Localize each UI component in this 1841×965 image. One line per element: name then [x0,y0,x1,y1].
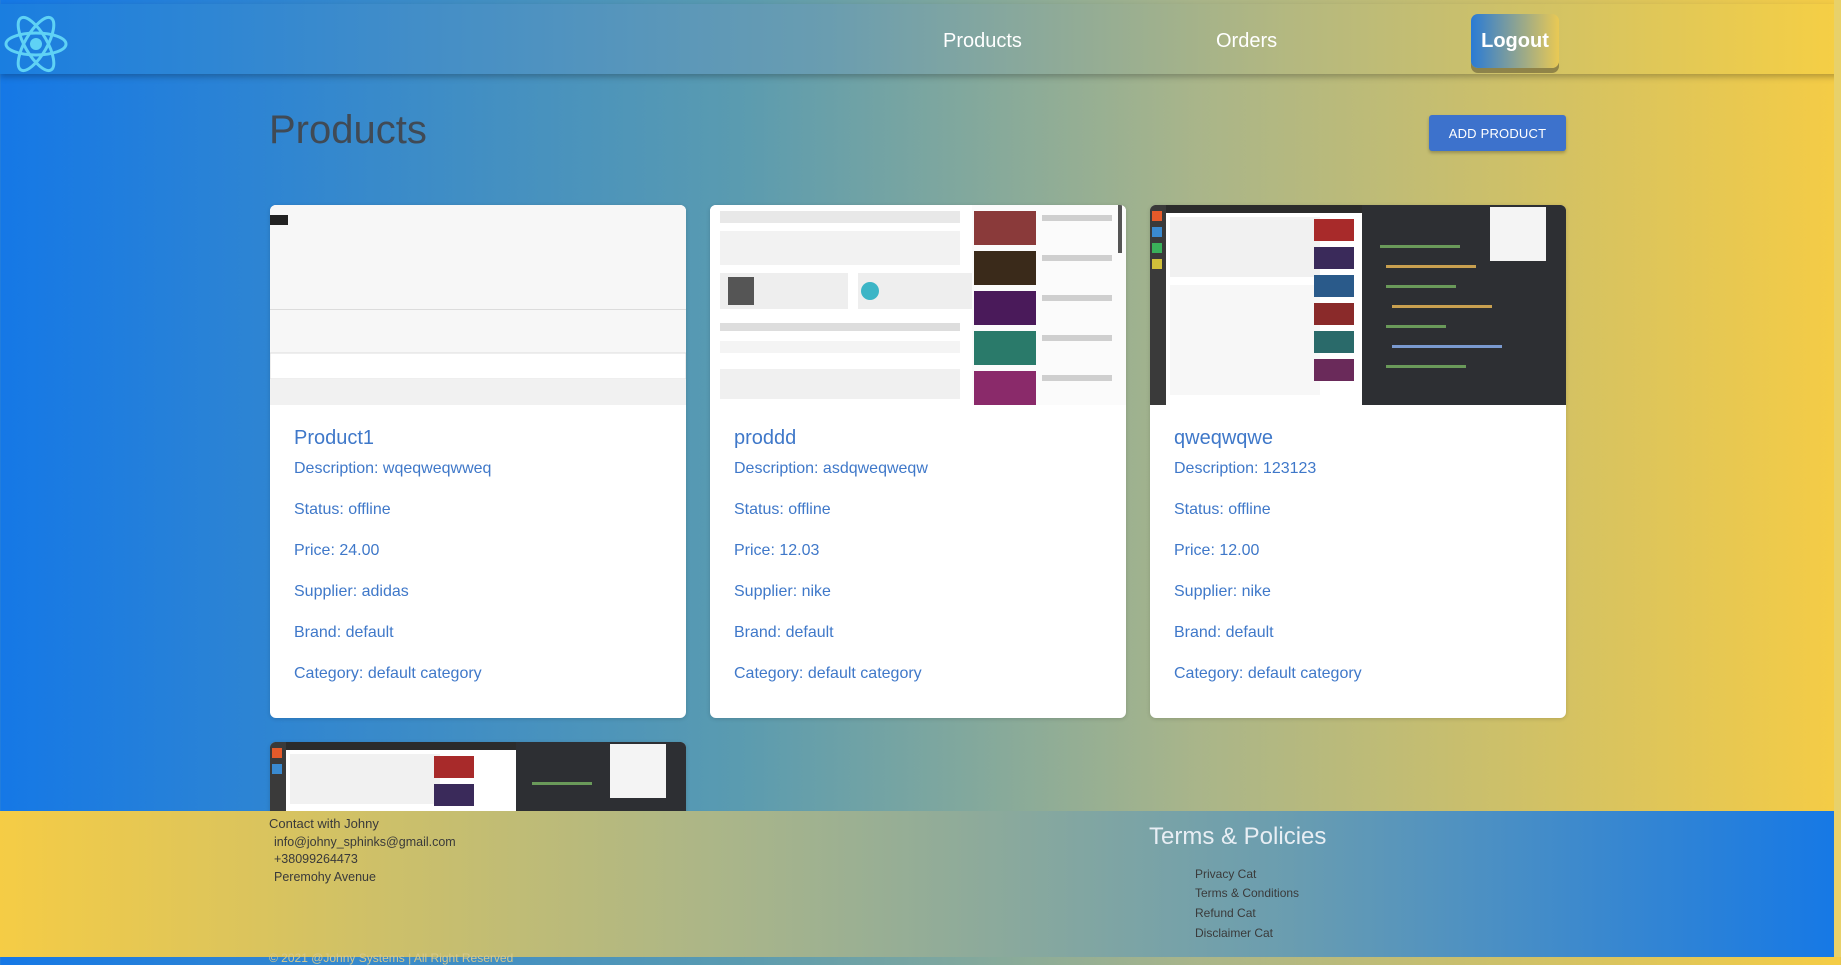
product-price: Price: 24.00 [294,542,380,559]
product-image [270,742,686,822]
contact-title: Contact with Johny [269,816,379,831]
product-image [710,205,1126,405]
product-price: Price: 12.00 [1174,542,1260,559]
product-category: Category: default category [294,665,482,682]
product-screenshot-thumbnail [710,205,1126,405]
product-category: Category: default category [734,665,922,682]
product-name[interactable]: Product1 [294,427,662,450]
product-status: Status: offline [734,501,831,518]
terms-title: Terms & Policies [1149,823,1327,850]
footer-link-privacy[interactable]: Privacy Cat [1195,867,1256,881]
product-supplier: Supplier: nike [734,583,831,600]
product-screenshot-thumbnail [270,205,686,405]
top-navbar: Products Orders Logout [0,4,1841,74]
product-category: Category: default category [1174,665,1362,682]
product-card[interactable]: qweqwqwe Description: 123123 Status: off… [1150,205,1566,718]
product-screenshot-thumbnail [1150,205,1566,405]
logout-button[interactable]: Logout [1471,14,1559,68]
product-status: Status: offline [294,501,391,518]
product-supplier: Supplier: adidas [294,583,409,600]
product-description: Description: wqeqweqwweq [294,460,492,477]
nav-orders-link[interactable]: Orders [1216,30,1277,53]
footer-link-refund[interactable]: Refund Cat [1195,906,1256,920]
product-description: Description: asdqweqweqw [734,460,928,477]
product-supplier: Supplier: nike [1174,583,1271,600]
product-image [1150,205,1566,405]
product-name[interactable]: proddd [734,427,1102,450]
product-name[interactable]: qweqwqwe [1174,427,1542,450]
footer-link-disclaimer[interactable]: Disclaimer Cat [1195,926,1273,940]
contact-address: Peremohy Avenue [274,870,376,884]
product-description: Description: 123123 [1174,460,1317,477]
page-scrollbar[interactable] [1834,0,1841,957]
product-price: Price: 12.03 [734,542,820,559]
footer-link-terms[interactable]: Terms & Conditions [1195,886,1299,900]
product-image [270,205,686,405]
product-brand: Brand: default [1174,624,1274,641]
add-product-button[interactable]: ADD PRODUCT [1429,115,1566,151]
product-brand: Brand: default [734,624,834,641]
contact-email[interactable]: info@johny_sphinks@gmail.com [274,835,456,849]
page-title: Products [269,108,427,152]
product-card[interactable]: proddd Description: asdqweqweqw Status: … [710,205,1126,718]
copyright-text: © 2021 @Johny Systems | All Right Reserv… [269,951,514,965]
footer: Contact with Johny info@johny_sphinks@gm… [0,811,1841,965]
product-brand: Brand: default [294,624,394,641]
react-atom-icon[interactable] [2,12,70,76]
product-screenshot-thumbnail [270,742,686,822]
product-card[interactable] [270,742,686,822]
product-card[interactable]: Product1 Description: wqeqweqwweq Status… [270,205,686,718]
nav-products-link[interactable]: Products [943,30,1022,53]
product-status: Status: offline [1174,501,1271,518]
contact-phone: +38099264473 [274,852,358,866]
